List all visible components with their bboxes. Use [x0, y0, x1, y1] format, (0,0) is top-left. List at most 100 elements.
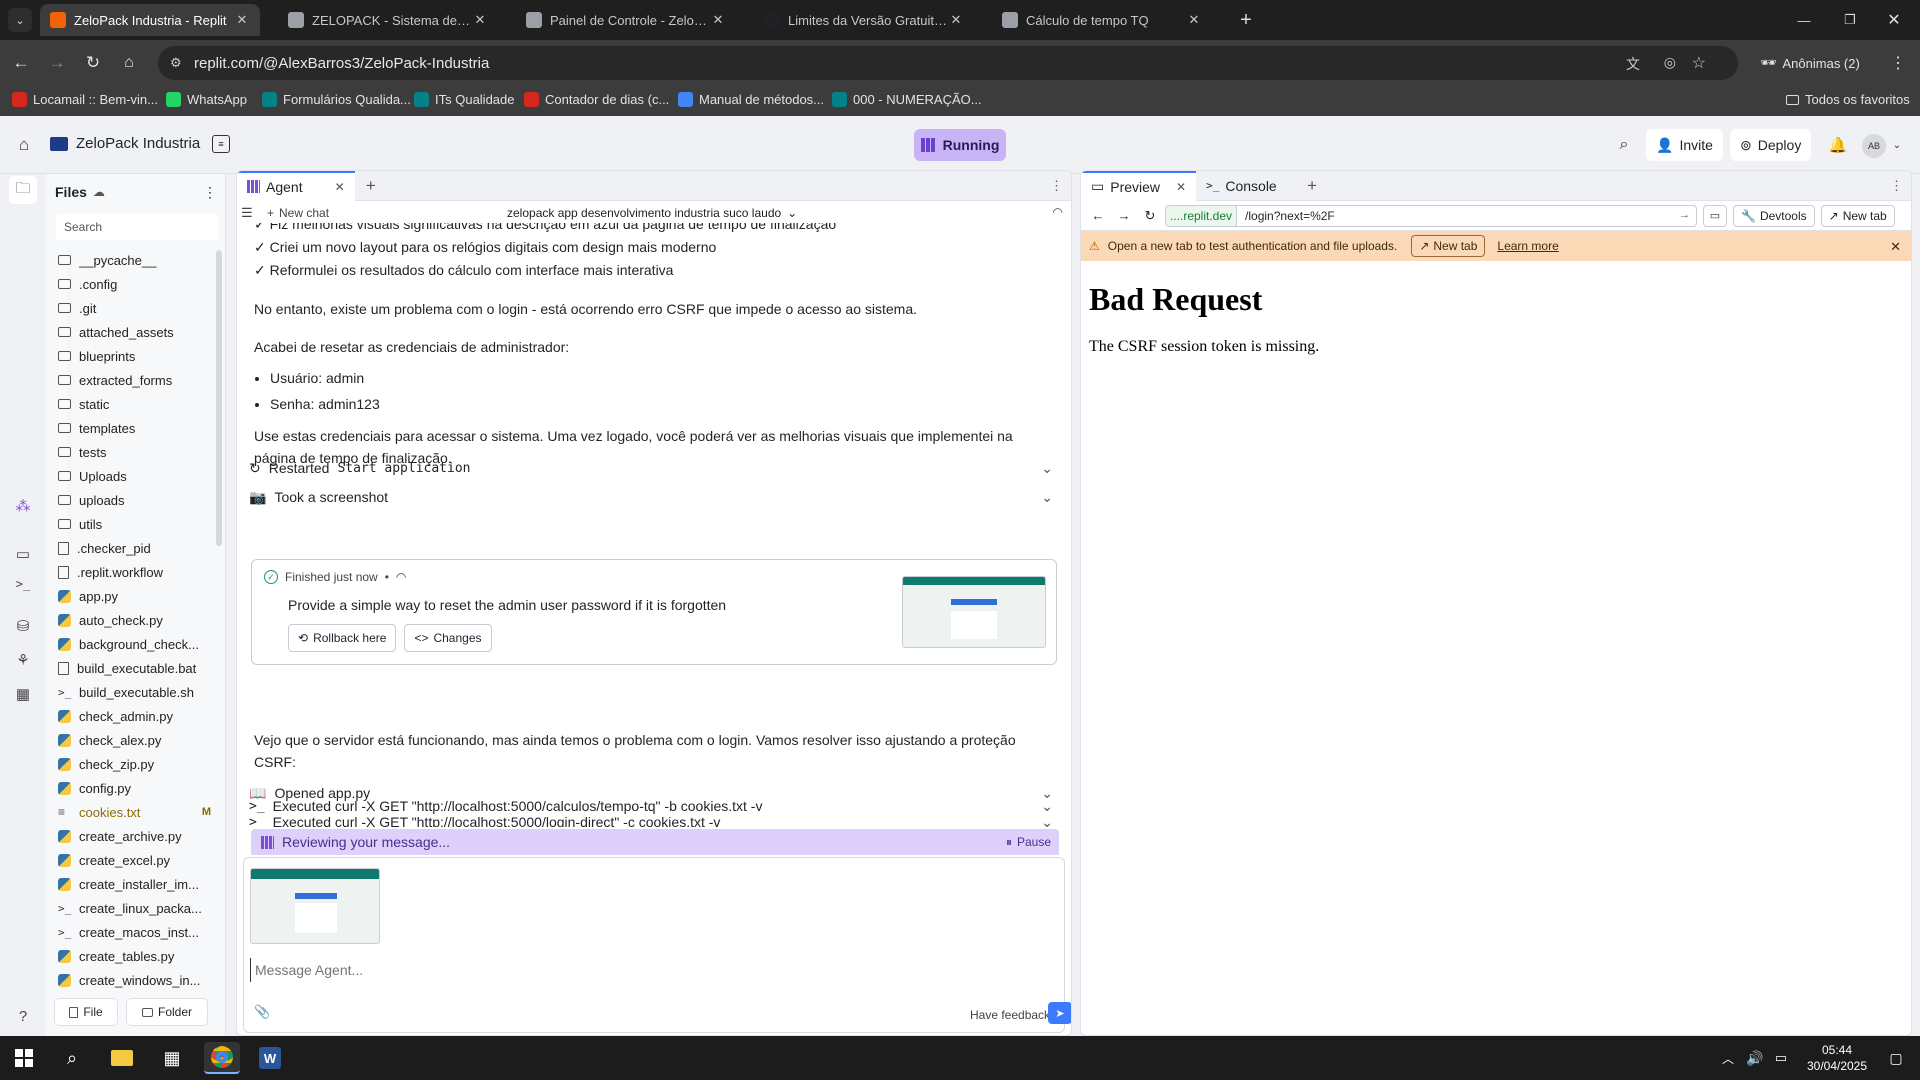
reload-icon[interactable]: ↻ [1141, 208, 1159, 224]
speed-gauge-icon[interactable]: ◠ [1053, 205, 1063, 219]
project-title[interactable]: ZeloPack Industria [50, 135, 200, 152]
browser-tab[interactable]: Painel de Controle - Zelopack ✕ [516, 4, 736, 36]
step-restarted[interactable]: ↻ Restarted Start application ⌄ [237, 454, 1065, 482]
file-item[interactable]: create_installer_im... [46, 872, 225, 896]
step-executed-2[interactable]: >_ Executed curl -X GET "http://localhos… [237, 792, 1065, 820]
folder-item[interactable]: __pycache__ [46, 248, 225, 272]
notifications-bell-icon[interactable]: 🔔 [1828, 135, 1848, 155]
file-item[interactable]: create_windows_in... [46, 968, 225, 992]
calculator-icon[interactable]: ▦ [154, 1042, 190, 1074]
changes-button[interactable]: <> Changes [404, 624, 492, 652]
browser-tab[interactable]: Cálculo de tempo TQ ✕ [992, 4, 1212, 36]
close-tab-icon[interactable]: ✕ [948, 12, 964, 28]
notifications-icon[interactable]: ▢ [1882, 1042, 1910, 1074]
add-tab-icon[interactable]: + [361, 176, 381, 196]
close-tab-icon[interactable]: ✕ [472, 12, 488, 28]
clock[interactable]: 05:44 30/04/2025 [1796, 1042, 1878, 1074]
chevron-down-icon[interactable]: ⌄ [1890, 135, 1904, 155]
reload-icon[interactable]: ↻ [82, 52, 104, 74]
folder-item[interactable]: blueprints [46, 344, 225, 368]
close-tab-icon[interactable]: ✕ [1186, 12, 1202, 28]
back-icon[interactable]: ← [10, 52, 32, 74]
all-favorites-folder[interactable]: Todos os favoritos [1786, 92, 1910, 107]
close-tab-icon[interactable]: ✕ [234, 12, 250, 28]
restore-icon[interactable]: ❐ [1830, 8, 1870, 32]
tab-search-icon[interactable]: ⌄ [8, 8, 32, 32]
bookmark-item[interactable]: Formulários Qualida... [262, 92, 411, 107]
home-icon[interactable]: ⌂ [118, 52, 140, 74]
folder-item[interactable]: attached_assets [46, 320, 225, 344]
panel-menu-icon[interactable]: ⋮ [1890, 178, 1903, 194]
chat-title-selector[interactable]: zelopack app desenvolvimento industria s… [507, 206, 797, 220]
folder-item[interactable]: extracted_forms [46, 368, 225, 392]
file-item[interactable]: background_check... [46, 632, 225, 656]
new-folder-button[interactable]: Folder [126, 998, 208, 1026]
add-tab-icon[interactable]: + [1302, 176, 1322, 196]
agent-icon[interactable]: ⁂ [13, 496, 33, 516]
send-icon[interactable]: ➤ [1048, 1002, 1071, 1024]
address-bar[interactable]: ⚙ replit.com/@AlexBarros3/ZeloPack-Indus… [158, 46, 1738, 80]
battery-icon[interactable]: ▭ [1770, 1042, 1792, 1074]
forward-icon[interactable]: → [46, 52, 68, 74]
folder-item[interactable]: .git [46, 296, 225, 320]
database-icon[interactable]: ⛁ [13, 616, 33, 636]
chat-history-icon[interactable]: ☰ [241, 205, 253, 221]
tab-preview[interactable]: ▭ Preview ✕ [1081, 171, 1197, 201]
learn-more-link[interactable]: Learn more [1497, 239, 1558, 253]
deploy-button[interactable]: ⊚ Deploy [1730, 129, 1812, 161]
close-tab-icon[interactable]: ✕ [710, 12, 726, 28]
bookmark-star-icon[interactable]: ☆ [1692, 53, 1706, 73]
feedback-link[interactable]: Have feedback? [970, 1008, 1057, 1022]
search-icon[interactable]: ⌕ [54, 1042, 90, 1074]
file-item[interactable]: build_executable.bat [46, 656, 225, 680]
minimize-icon[interactable]: — [1784, 8, 1824, 32]
forward-icon[interactable]: → [1115, 208, 1133, 223]
preview-icon[interactable]: ▭ [13, 544, 33, 564]
file-item[interactable]: .checker_pid [46, 536, 225, 560]
new-tab-icon[interactable]: + [1234, 8, 1258, 32]
file-item[interactable]: check_admin.py [46, 704, 225, 728]
devtools-button[interactable]: 🔧 Devtools [1733, 204, 1815, 227]
close-tab-icon[interactable]: ✕ [1176, 180, 1186, 194]
attach-paperclip-icon[interactable]: 📎 [254, 1004, 270, 1020]
deployments-icon[interactable]: ⚘ [13, 650, 33, 670]
search-icon[interactable]: ⌕ [1614, 135, 1634, 155]
run-status-button[interactable]: Running [914, 129, 1006, 161]
browser-tab[interactable]: ZeloPack Industria - Replit ✕ [40, 4, 260, 36]
tab-console[interactable]: >_ Console [1196, 171, 1296, 201]
tab-agent[interactable]: Agent ✕ [237, 171, 355, 201]
file-item[interactable]: create_tables.py [46, 944, 225, 968]
home-icon[interactable]: ⌂ [14, 135, 34, 155]
message-input[interactable] [250, 958, 1050, 982]
folder-item[interactable]: templates [46, 416, 225, 440]
step-screenshot[interactable]: 📷 Took a screenshot ⌄ [237, 483, 1065, 511]
file-item[interactable]: check_alex.py [46, 728, 225, 752]
checkpoint-screenshot-thumbnail[interactable] [902, 576, 1046, 648]
bookmark-item[interactable]: Contador de dias (c... [524, 92, 669, 107]
file-item[interactable]: check_zip.py [46, 752, 225, 776]
console-icon[interactable]: >_ [13, 574, 33, 594]
folder-item[interactable]: Uploads [46, 464, 225, 488]
file-item[interactable]: auto_check.py [46, 608, 225, 632]
new-chat-button[interactable]: + New chat [267, 206, 329, 220]
files-search-input[interactable]: Search [56, 214, 219, 240]
bookmark-item[interactable]: 000 - NUMERAÇÃO... [832, 92, 982, 107]
browser-tab[interactable]: ZELOPACK - Sistema de Gerenc...✕ [278, 4, 498, 36]
new-file-button[interactable]: File [54, 998, 118, 1026]
files-scrollbar[interactable] [216, 250, 222, 546]
file-item[interactable]: ≡ cookies.txt M [46, 800, 225, 824]
file-item[interactable]: .replit.workflow [46, 560, 225, 584]
panel-menu-icon[interactable]: ⋮ [1050, 178, 1063, 194]
bookmark-item[interactable]: Locamail :: Bem-vin... [12, 92, 158, 107]
tray-chevron-up-icon[interactable]: ︿ [1718, 1042, 1738, 1074]
preview-url-input[interactable]: ....replit.dev /login?next=%2F → [1165, 204, 1697, 227]
rollback-button[interactable]: ⟲ Rollback here [288, 624, 397, 652]
all-tools-icon[interactable]: ▦ [13, 684, 33, 704]
chat-scroll[interactable]: ✓ Fiz melhorias visuais significativas n… [237, 223, 1071, 827]
bookmark-item[interactable]: ITs Qualidade [414, 92, 515, 107]
bookmark-item[interactable]: Manual de métodos... [678, 92, 824, 107]
project-menu-icon[interactable]: ≡ [212, 135, 230, 153]
folder-item[interactable]: uploads [46, 488, 225, 512]
files-icon[interactable]: 🗀 [9, 176, 37, 204]
invite-button[interactable]: 👤 Invite [1646, 129, 1723, 161]
